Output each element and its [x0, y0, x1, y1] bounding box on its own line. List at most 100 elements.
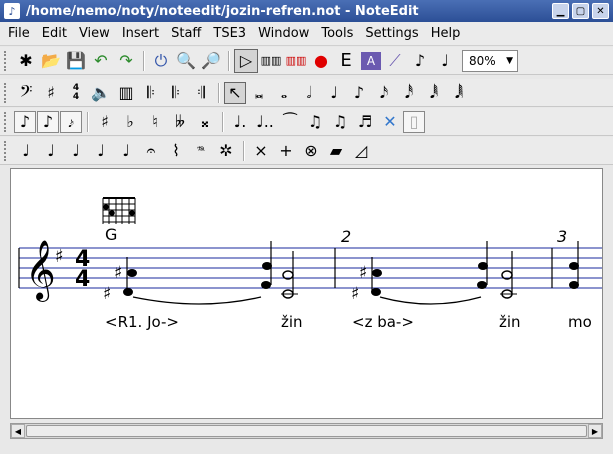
- tenuto-icon[interactable]: ♩: [64, 139, 88, 163]
- slur[interactable]: [379, 296, 482, 305]
- slash-head-icon[interactable]: ▰: [324, 139, 348, 163]
- key-signature-icon[interactable]: ♯: [39, 81, 63, 105]
- grace-note-icon[interactable]: ♪: [37, 110, 59, 133]
- lyric-syllable[interactable]: žin: [499, 313, 521, 331]
- scroll-thumb[interactable]: [26, 425, 587, 437]
- record-icon[interactable]: ●: [309, 49, 333, 73]
- note-head[interactable]: [127, 269, 137, 277]
- open-folder-icon[interactable]: 📂: [39, 49, 63, 73]
- stem-down-icon[interactable]: ♩: [433, 49, 457, 73]
- tie-icon[interactable]: ⁀: [278, 110, 302, 134]
- whole-note-icon[interactable]: 𝅝: [272, 81, 296, 105]
- circle-cross-head-icon[interactable]: ⊗: [299, 139, 323, 163]
- slur[interactable]: [132, 296, 262, 305]
- repeat-open-icon[interactable]: 𝄆: [139, 81, 163, 105]
- thirtysecond-note-icon[interactable]: 𝅘𝅥𝅰: [397, 81, 421, 105]
- double-flat-icon[interactable]: 𝄫: [168, 110, 192, 134]
- keyboard-record-icon[interactable]: ▥▥: [284, 49, 308, 73]
- scroll-left-icon[interactable]: ◀: [11, 424, 25, 438]
- note-mode-icon[interactable]: ♪: [14, 110, 36, 133]
- zoom-in-icon[interactable]: 🔍: [174, 49, 198, 73]
- onetwentyeighth-note-icon[interactable]: 𝅘𝅥𝅲: [447, 81, 471, 105]
- natural-icon[interactable]: ♮: [143, 110, 167, 134]
- menu-help[interactable]: Help: [431, 26, 461, 41]
- staccatissimo-icon[interactable]: ♩: [39, 139, 63, 163]
- time-signature-icon[interactable]: 44: [64, 81, 88, 105]
- triangle-head-icon[interactable]: ◿: [349, 139, 373, 163]
- redo-icon[interactable]: ↷: [114, 49, 138, 73]
- note-head[interactable]: [477, 281, 487, 289]
- lyric-syllable[interactable]: žin: [281, 313, 303, 331]
- sharp-icon[interactable]: ♯: [93, 110, 117, 134]
- menu-staff[interactable]: Staff: [171, 26, 201, 41]
- stem-up-icon[interactable]: ♪: [408, 49, 432, 73]
- keyboard-icon[interactable]: ▥▥: [259, 49, 283, 73]
- hidden-rest-icon[interactable]: ▯: [403, 110, 425, 133]
- new-file-icon[interactable]: ✱: [14, 49, 38, 73]
- menu-file[interactable]: File: [8, 26, 30, 41]
- tempo-icon[interactable]: ⟋: [383, 49, 407, 73]
- app-icon[interactable]: ♪: [4, 3, 20, 19]
- save-icon[interactable]: 💾: [64, 49, 88, 73]
- pedal-off-icon[interactable]: ✲: [214, 139, 238, 163]
- toolbar-grip[interactable]: [4, 140, 10, 161]
- lyric-syllable[interactable]: <R1. Jo->: [105, 313, 179, 331]
- fermata-icon[interactable]: 𝄐: [139, 139, 163, 163]
- bass-clef-icon[interactable]: 𝄢: [14, 81, 38, 105]
- flat-icon[interactable]: ♭: [118, 110, 142, 134]
- staccato-icon[interactable]: ♩: [14, 139, 38, 163]
- note-head[interactable]: [261, 281, 271, 289]
- quarter-note-icon[interactable]: ♩: [322, 81, 346, 105]
- menu-window[interactable]: Window: [258, 26, 309, 41]
- dotted-note-icon[interactable]: ♩.: [228, 110, 252, 134]
- note-head[interactable]: [372, 269, 382, 277]
- repeat-both-icon[interactable]: 𝄆: [164, 81, 188, 105]
- lyric-syllable[interactable]: mo: [568, 313, 592, 331]
- arpeggio-icon[interactable]: ⌇: [164, 139, 188, 163]
- scroll-right-icon[interactable]: ▶: [588, 424, 602, 438]
- zoom-select[interactable]: 80% ▼: [462, 49, 518, 72]
- score-canvas[interactable]: 𝄞 ♯ 4 4 ♯ ♯ ♯ ♯ G 2 3 <R1. Jo-> žin <z b…: [10, 168, 603, 419]
- menu-tools[interactable]: Tools: [321, 26, 353, 41]
- toolbar-grip[interactable]: [4, 82, 10, 103]
- play-icon[interactable]: ▷: [234, 48, 258, 73]
- power-icon[interactable]: ⏻: [149, 49, 173, 73]
- toolbar-grip[interactable]: [4, 50, 10, 71]
- undo-icon[interactable]: ↶: [89, 49, 113, 73]
- note-head[interactable]: [123, 288, 133, 296]
- text-a-icon[interactable]: A: [361, 51, 381, 70]
- double-sharp-icon[interactable]: 𝄪: [193, 110, 217, 134]
- menu-tse3[interactable]: TSE3: [213, 26, 246, 41]
- lyric-syllable[interactable]: <z ba->: [352, 313, 414, 331]
- keyboard-piano-icon[interactable]: ▥: [114, 81, 138, 105]
- close-button[interactable]: ✕: [592, 3, 609, 19]
- repeat-close-icon[interactable]: 𝄇: [189, 81, 213, 105]
- triplet-icon[interactable]: ♬: [353, 110, 377, 134]
- minimize-button[interactable]: ▁: [552, 3, 569, 19]
- maximize-button[interactable]: ▢: [572, 3, 589, 19]
- cross-staff-icon[interactable]: ✕: [378, 110, 402, 134]
- slur-icon[interactable]: ♫: [328, 110, 352, 134]
- sixtyfourth-note-icon[interactable]: 𝅘𝅥𝅱: [422, 81, 446, 105]
- beam-icon[interactable]: ♫: [303, 110, 327, 134]
- menu-insert[interactable]: Insert: [122, 26, 159, 41]
- zoom-out-icon[interactable]: 🔎: [199, 49, 223, 73]
- menu-edit[interactable]: Edit: [42, 26, 67, 41]
- breve-note-icon[interactable]: 𝅜: [247, 81, 271, 105]
- eighth-note-icon[interactable]: ♪: [347, 81, 371, 105]
- double-dotted-icon[interactable]: ♩..: [253, 110, 277, 134]
- horizontal-scrollbar[interactable]: ◀ ▶: [10, 423, 603, 439]
- half-note-icon[interactable]: 𝅗𝅥: [297, 81, 321, 105]
- e-icon[interactable]: E: [334, 49, 358, 73]
- pedal-on-icon[interactable]: 𝆮: [189, 139, 213, 163]
- menu-view[interactable]: View: [79, 26, 110, 41]
- toolbar-grip[interactable]: [4, 111, 10, 132]
- volume-icon[interactable]: 🔈: [89, 81, 113, 105]
- plus-head-icon[interactable]: +: [274, 139, 298, 163]
- cross-head-icon[interactable]: ×: [249, 139, 273, 163]
- portato-icon[interactable]: ♩: [89, 139, 113, 163]
- sixteenth-note-icon[interactable]: 𝅘𝅥𝅯: [372, 81, 396, 105]
- menu-settings[interactable]: Settings: [365, 26, 418, 41]
- accent-icon[interactable]: ♩: [114, 139, 138, 163]
- grace-slash-icon[interactable]: 𝆔: [60, 110, 82, 133]
